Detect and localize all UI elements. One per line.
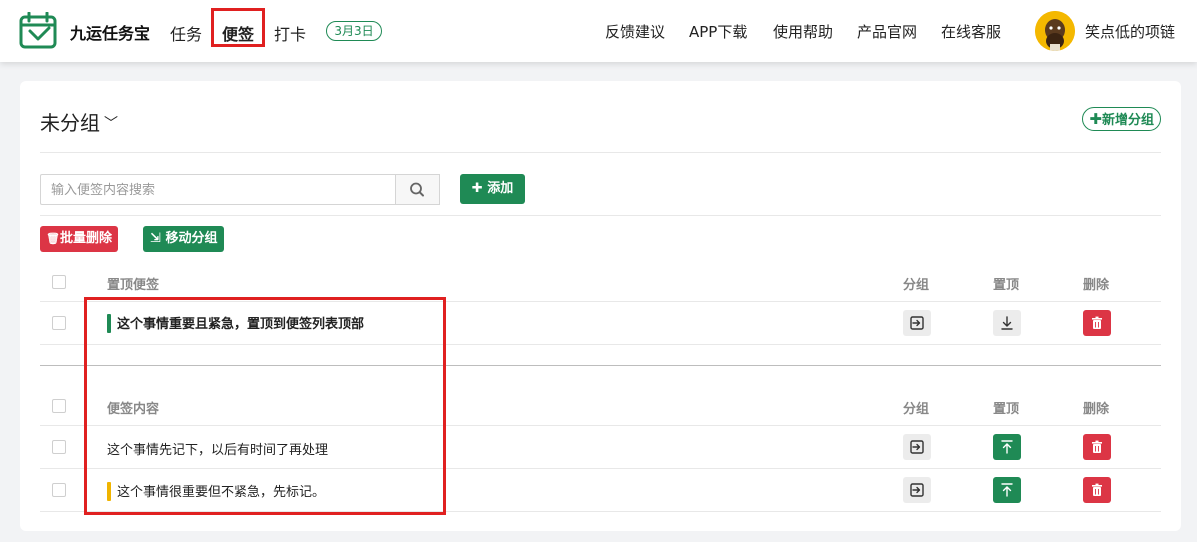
notes-header-pin: 置顶 (993, 402, 1020, 417)
new-group-button[interactable]: ✚新增分组 (1082, 107, 1161, 131)
link-app-download[interactable]: APP下载 (689, 21, 747, 42)
nav-checkin[interactable]: 打卡 (274, 21, 306, 45)
notes-header-delete: 删除 (1083, 402, 1110, 417)
pinned-header-pin: 置顶 (993, 278, 1020, 293)
pin-to-top-icon (1001, 483, 1013, 497)
divider (40, 152, 1161, 153)
highlight-box-notes (84, 297, 446, 515)
pinned-header-group: 分组 (903, 278, 930, 293)
search-button[interactable] (395, 174, 440, 205)
pinned-header-delete: 删除 (1083, 278, 1110, 293)
row-checkbox[interactable] (52, 440, 66, 454)
move-icon: ⇲ (150, 231, 161, 246)
pin-button[interactable] (993, 477, 1021, 503)
pin-to-top-icon (1001, 440, 1013, 454)
trash-icon (1092, 483, 1102, 496)
batch-delete-label: 批量删除 (59, 231, 112, 246)
unpin-icon (1001, 316, 1013, 330)
row-checkbox[interactable] (52, 316, 66, 330)
delete-button[interactable] (1083, 310, 1111, 336)
notes-card: 未分组﹀ ✚新增分组 ✚ 添加 🗑批量删除 ⇲ 移动分组 置顶便签 分组 置顶 … (20, 81, 1181, 531)
search-icon (410, 182, 424, 197)
link-help[interactable]: 使用帮助 (773, 21, 833, 42)
delete-button[interactable] (1083, 434, 1111, 460)
username[interactable]: 笑点低的项链 (1085, 21, 1175, 42)
trash-icon: 🗑 (46, 232, 60, 245)
row-checkbox[interactable] (52, 483, 66, 497)
select-all-notes-checkbox[interactable] (52, 399, 66, 413)
unpin-button[interactable] (993, 310, 1021, 336)
move-group-label: 移动分组 (165, 231, 218, 246)
pinned-header-content: 置顶便签 (107, 278, 160, 293)
select-all-pinned-checkbox[interactable] (52, 275, 66, 289)
search-input[interactable] (40, 174, 395, 205)
plus-icon: ✚ (1089, 110, 1102, 128)
link-product-site[interactable]: 产品官网 (857, 21, 917, 42)
divider (40, 215, 1161, 216)
batch-delete-button[interactable]: 🗑批量删除 (40, 226, 118, 252)
notes-header-group: 分组 (903, 402, 930, 417)
move-to-group-icon (910, 483, 924, 497)
avatar[interactable] (1035, 11, 1075, 51)
delete-button[interactable] (1083, 477, 1111, 503)
link-online-support[interactable]: 在线客服 (941, 21, 1001, 42)
new-group-label: 新增分组 (1101, 113, 1154, 128)
trash-icon (1092, 316, 1102, 329)
move-to-group-icon (910, 316, 924, 330)
top-header: 九运任务宝 任务 便签 打卡 3月3日 反馈建议 APP下载 使用帮助 产品官网… (0, 0, 1197, 62)
nav-notes[interactable]: 便签 (222, 21, 254, 45)
move-group-row-button[interactable] (903, 310, 931, 336)
group-title: 未分组 (40, 111, 100, 135)
add-note-label: 添加 (487, 181, 514, 196)
move-group-row-button[interactable] (903, 434, 931, 460)
date-badge: 3月3日 (326, 21, 382, 41)
pin-button[interactable] (993, 434, 1021, 460)
nav-tasks[interactable]: 任务 (170, 21, 202, 45)
link-feedback[interactable]: 反馈建议 (605, 21, 665, 42)
chevron-down-icon: ﹀ (104, 116, 118, 132)
move-to-group-icon (910, 440, 924, 454)
move-group-row-button[interactable] (903, 477, 931, 503)
brand-name: 九运任务宝 (70, 24, 151, 43)
plus-icon: ✚ (471, 181, 483, 196)
group-selector[interactable]: 未分组 ﹀ (40, 107, 118, 136)
move-group-button[interactable]: ⇲ 移动分组 (143, 226, 225, 252)
app-logo-icon[interactable] (19, 11, 59, 49)
trash-icon (1092, 440, 1102, 453)
add-note-button[interactable]: ✚ 添加 (460, 174, 525, 204)
